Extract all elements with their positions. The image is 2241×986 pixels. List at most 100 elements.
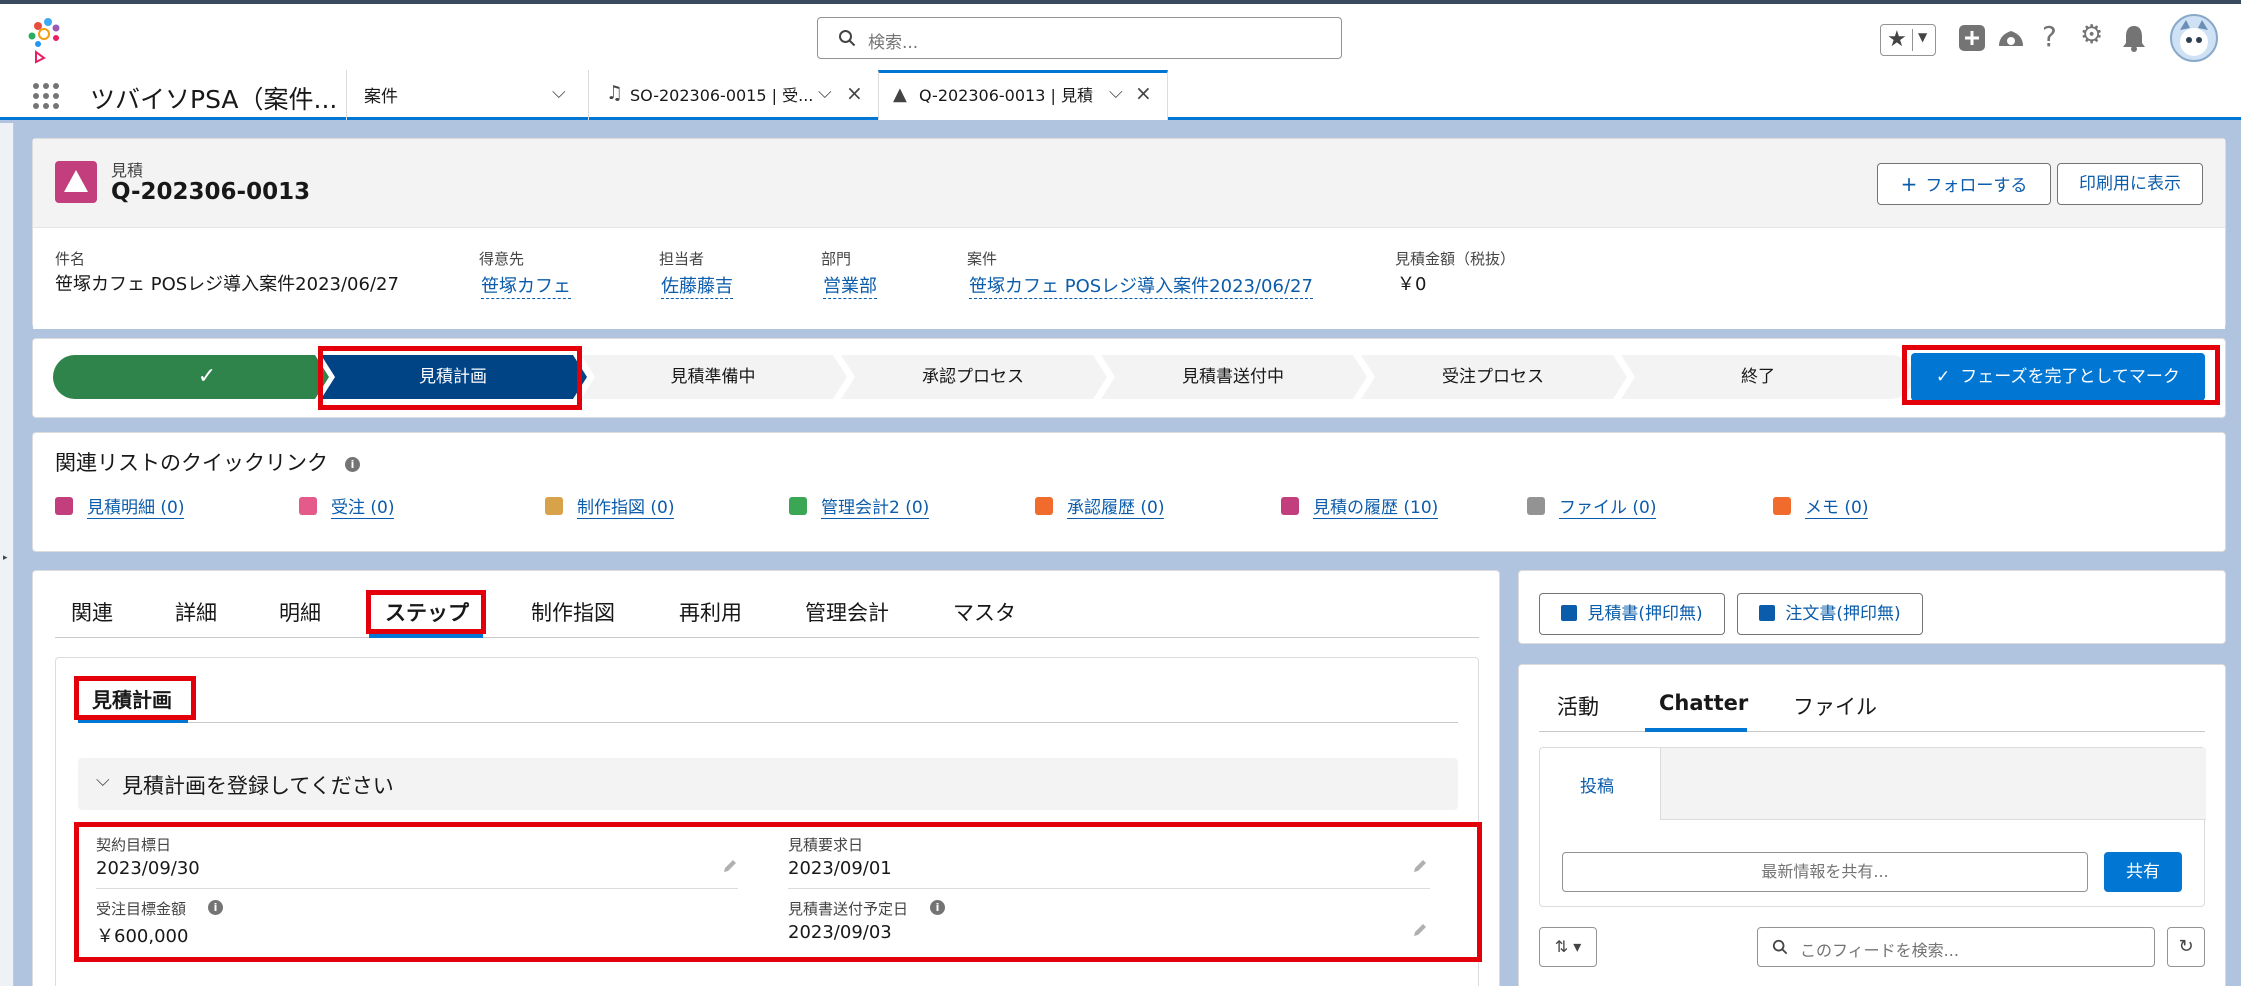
quick-link-label[interactable]: 制作指図 (0) [577,498,675,519]
quick-link-label[interactable]: 見積の履歴 (10) [1313,498,1439,519]
favorites-button[interactable]: ★ ▼ [1880,24,1936,56]
section-header[interactable]: ⌵ 見積計画を登録してください [78,758,1458,810]
quick-link[interactable]: 制作指図 (0) [545,493,675,519]
tab-reuse[interactable]: 再利用 [679,597,742,627]
highlight-box [1902,345,2220,405]
chevron-down-icon[interactable]: ⌵ [1109,82,1123,103]
field-label-subject: 件名 [55,250,86,268]
user-avatar[interactable] [2170,14,2218,62]
sort-button[interactable]: ⇅ ▾ [1539,927,1597,967]
field-value-subject: 笹塚カフェ POSレジ導入案件2023/06/27 [55,274,399,295]
plus-icon: + [1900,172,1918,196]
tab-work-order[interactable]: 制作指図 [531,597,615,627]
tab-related[interactable]: 関連 [71,597,113,627]
global-search-input[interactable]: 検索... [817,17,1342,59]
global-header: 検索... ★ ▼ ? ⚙ [0,4,2241,70]
path-stage[interactable]: 見積準備中 [583,355,843,399]
section-title: 見積計画を登録してください [122,774,394,798]
quick-link-label[interactable]: 見積明細 (0) [87,498,185,519]
object-nav-item[interactable]: 案件 [364,82,398,107]
help-icon[interactable]: ? [2042,20,2057,53]
work-order-icon [545,497,563,515]
refresh-icon: ↻ [2178,936,2194,957]
workspace-tab-2[interactable]: ▲ Q-202306-0013 | 見積 ⌵ × [878,70,1168,120]
quick-link[interactable]: 管理会計2 (0) [789,493,930,519]
quick-link-label[interactable]: 管理会計2 (0) [821,498,930,519]
quick-link[interactable]: ファイル (0) [1527,493,1657,519]
document-buttons-card: 見積書(押印無) 注文書(押印無) [1518,570,2226,644]
quick-link[interactable]: 承認履歴 (0) [1035,493,1165,519]
field-link-owner[interactable]: 佐藤藤吉 [661,272,733,299]
highlights-panel: 件名 笹塚カフェ POSレジ導入案件2023/06/27 得意先 笹塚カフェ 担… [33,227,2225,329]
tab-files[interactable]: ファイル [1793,691,1877,721]
workspace-tab-1[interactable]: ♫ SO-202306-0015 | 受... ⌵ × [588,70,878,120]
share-button[interactable]: 共有 [2104,852,2182,892]
quote-history-icon [1281,497,1299,515]
path-stage[interactable]: 受注プロセス [1363,355,1623,399]
star-icon: ★ [1887,27,1907,52]
highlight-box [318,346,582,410]
field-label-amount: 見積金額（税抜） [1395,250,1516,268]
chevron-down-icon[interactable]: ⌵ [552,82,566,103]
refresh-button[interactable]: ↻ [2167,927,2205,967]
app-name: ツバイソPSA（案件... [90,85,338,114]
info-icon[interactable]: i [345,457,360,472]
utility-sidebar-toggle[interactable]: ▸ [0,123,14,986]
active-subtab-indicator [78,720,188,723]
field-link-customer[interactable]: 笹塚カフェ [481,272,571,299]
share-button-label: 共有 [2126,862,2160,882]
tab-details[interactable]: 詳細 [175,597,217,627]
close-icon[interactable]: × [846,81,863,105]
quote-pdf-button[interactable]: 見積書(押印無) [1539,593,1725,635]
tab-master[interactable]: マスタ [953,597,1016,627]
order-pdf-button[interactable]: 注文書(押印無) [1737,593,1923,635]
highlight-box [74,822,1482,962]
path-stage[interactable]: 見積書送付中 [1103,355,1363,399]
share-update-input[interactable]: 最新情報を共有... [1562,852,2088,892]
follow-button[interactable]: + フォローする [1877,163,2051,205]
field-label-customer: 得意先 [479,250,525,268]
music-note-icon: ♫ [606,82,624,104]
navigation-bar: ツバイソPSA（案件... 案件 ⌵ ♫ SO-202306-0015 | 受.… [0,70,2241,120]
note-icon [1773,497,1791,515]
add-icon[interactable] [1958,24,1986,52]
related-list-quick-links: 関連リストのクイックリンク i 見積明細 (0) 受注 (0) 制作指図 (0)… [32,432,2226,552]
workspace-tab-1-label: SO-202306-0015 | 受... [630,86,814,105]
tab-lines[interactable]: 明細 [279,597,321,627]
activity-chatter-card: 活動 Chatter ファイル 投稿 最新情報を共有... 共有 ⇅ ▾ このフ… [1518,664,2226,986]
gear-icon[interactable]: ⚙ [2080,20,2103,50]
path-stage[interactable]: 承認プロセス [843,355,1103,399]
chevron-down-icon: ⌵ [96,770,110,791]
printable-view-button[interactable]: 印刷用に表示 [2057,163,2203,205]
close-icon[interactable]: × [1135,81,1152,105]
field-link-department[interactable]: 営業部 [823,272,877,299]
trailhead-icon[interactable] [1996,26,2026,52]
quick-link-label[interactable]: 承認履歴 (0) [1067,498,1165,519]
feed-search-input[interactable]: このフィードを検索... [1757,927,2155,967]
quick-link[interactable]: 受注 (0) [299,493,395,519]
app-launcher-icon[interactable] [32,82,60,110]
quick-link-label[interactable]: メモ (0) [1805,498,1869,519]
tab-chatter[interactable]: Chatter [1659,691,1748,715]
quick-link-label[interactable]: 受注 (0) [331,498,395,519]
quick-link-label[interactable]: ファイル (0) [1559,498,1657,519]
avatar-icon [2180,20,2208,56]
path-stage-completed[interactable]: ✓ [77,355,337,399]
path-stage[interactable]: 終了 [1623,355,1893,399]
bell-icon[interactable] [2122,24,2146,52]
search-placeholder: 検索... [868,33,919,53]
field-link-opportunity[interactable]: 笹塚カフェ POSレジ導入案件2023/06/27 [969,272,1313,299]
record-title: Q-202306-0013 [111,179,311,205]
quick-link[interactable]: 見積明細 (0) [55,493,185,519]
field-label-opportunity: 案件 [967,250,998,268]
chevron-down-icon[interactable]: ⌵ [818,82,832,103]
tab-management-accounting[interactable]: 管理会計 [805,597,889,627]
tab-activity[interactable]: 活動 [1557,691,1599,721]
highlight-box [366,590,486,634]
post-tab[interactable]: 投稿 [1580,772,1614,797]
quick-link[interactable]: 見積の履歴 (10) [1281,493,1439,519]
field-label-owner: 担当者 [659,250,705,268]
app-logo-icon[interactable] [18,12,74,68]
quick-link[interactable]: メモ (0) [1773,493,1869,519]
publisher: 投稿 最新情報を共有... 共有 [1539,747,2206,907]
